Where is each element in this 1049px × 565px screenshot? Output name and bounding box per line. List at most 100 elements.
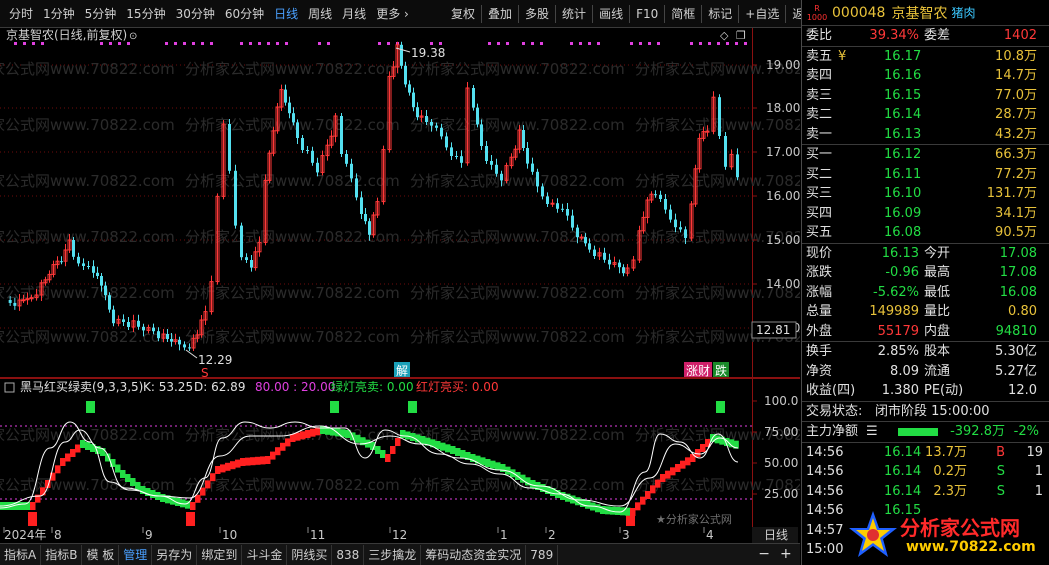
period-tab-4[interactable]: 30分钟 <box>171 4 220 24</box>
candle <box>631 256 636 271</box>
indicator-chart[interactable]: 分析家公式网www.70822.com分析家公式网www.70822.com分析… <box>0 378 800 530</box>
tool-button-0[interactable]: 复权 <box>446 4 480 24</box>
tool-button-7[interactable]: 标记 <box>703 4 737 24</box>
bids-row[interactable]: 买二 16.11 77.2万 <box>802 165 1049 185</box>
bids-row[interactable]: 买一 16.12 66.3万 <box>802 145 1049 165</box>
quote-stats: 现价 16.13 今开 17.08 涨跌 -0.96 最高 17.08 涨幅 -5.62% 最低 16… <box>802 244 1049 342</box>
magenta-dot <box>439 42 442 45</box>
candlestick-chart[interactable]: 分析家公式网www.70822.com 分析家公式网www.70822.com 分析… <box>0 28 800 378</box>
step-bar <box>300 431 306 440</box>
candle <box>654 190 657 198</box>
step-bar <box>205 480 211 489</box>
indicator-tab-2[interactable]: 模 板 <box>82 544 120 565</box>
tool-button-4[interactable]: 画线 <box>594 4 628 24</box>
bids-row[interactable]: 买五 16.08 90.5万 <box>802 223 1049 243</box>
step-bar <box>375 446 381 454</box>
zoom-in-button[interactable]: + <box>780 546 792 562</box>
candle <box>641 211 646 234</box>
step-bar <box>70 449 76 457</box>
toolbar-separator <box>664 5 666 23</box>
asks-row[interactable]: 卖五 ¥16.17 10.8万 <box>802 47 1049 67</box>
magenta-dot <box>378 42 381 45</box>
toolbar-tools: 复权叠加多股统计画线F10简框标记+自选返回 <box>446 0 821 28</box>
magenta-dot <box>735 42 738 45</box>
asks-row[interactable]: 卖三 16.15 77.0万 <box>802 86 1049 106</box>
asks-row[interactable]: 卖二 16.14 28.7万 <box>802 105 1049 125</box>
indicator-levels: 80.00 : 20.00 <box>255 380 335 394</box>
indicator-d: D: 62.89 <box>194 380 245 394</box>
candle <box>664 194 667 214</box>
tool-button-2[interactable]: 多股 <box>520 4 554 24</box>
indicator-tab-10[interactable]: 筹码动态资金实况 <box>421 544 527 565</box>
period-tab-9[interactable]: 更多 › <box>371 4 414 24</box>
step-bar <box>30 502 36 510</box>
indicator-tab-5[interactable]: 绑定到 <box>197 544 243 565</box>
indicator-tab-8[interactable]: 838 <box>332 544 365 565</box>
period-tab-7[interactable]: 周线 <box>303 4 337 24</box>
svg-text:12.29: 12.29 <box>198 353 232 367</box>
indicator-tab-9[interactable]: 三步擒龙 <box>364 544 422 565</box>
restore-icon[interactable]: ❐ <box>736 29 746 42</box>
time-axis-label: 11 <box>310 528 325 542</box>
indicator-k: K: 53.25 <box>143 380 193 394</box>
bids-row[interactable]: 买四 16.09 34.1万 <box>802 204 1049 224</box>
title-dropdown-icon[interactable]: ⊙ <box>129 31 137 42</box>
step-bar <box>440 442 446 451</box>
indicator-tab-0[interactable]: 指标A <box>0 544 42 565</box>
candle <box>566 203 569 221</box>
candle <box>240 222 243 261</box>
period-tab-6[interactable]: 日线 <box>269 4 303 24</box>
candle <box>311 146 314 166</box>
tool-button-5[interactable]: F10 <box>631 4 663 24</box>
magenta-dot <box>41 42 44 45</box>
tool-button-1[interactable]: 叠加 <box>483 4 517 24</box>
indicator-tab-6[interactable]: 斗斗金 <box>242 544 288 565</box>
period-tab-8[interactable]: 月线 <box>337 4 371 24</box>
bids-row[interactable]: 买三 16.10 131.7万 <box>802 184 1049 204</box>
magenta-dot <box>118 42 121 45</box>
magenta-dot <box>201 42 204 45</box>
candle <box>122 314 125 326</box>
time-axis-label: 1 <box>500 528 508 542</box>
candle <box>608 253 611 270</box>
period-button[interactable]: 日线 <box>764 528 788 542</box>
period-tab-5[interactable]: 60分钟 <box>220 4 269 24</box>
candle <box>215 193 220 285</box>
period-tab-2[interactable]: 5分钟 <box>80 4 122 24</box>
candle <box>51 260 56 278</box>
magenta-dot <box>240 42 243 45</box>
magenta-dot <box>32 42 35 45</box>
indicator-tab-7[interactable]: 阴线买 <box>287 544 333 565</box>
step-bar <box>260 456 266 465</box>
trade-status: 交易状态: 闭市阶段 15:00:00 <box>806 403 990 419</box>
magenta-dot <box>100 42 103 45</box>
watermark-text: 分析家公式网www.70822.com <box>635 116 800 134</box>
candles <box>8 41 739 351</box>
period-tab-3[interactable]: 15分钟 <box>121 4 170 24</box>
tool-button-8[interactable]: +自选 <box>740 4 784 24</box>
signal-s: S <box>201 366 209 378</box>
candle <box>472 85 475 111</box>
stat-row: 总量 149989 量比 0.80 <box>806 304 1037 319</box>
period-tab-1[interactable]: 1分钟 <box>38 4 80 24</box>
candle <box>364 208 367 225</box>
list-icon[interactable]: ☰ <box>866 422 878 442</box>
indicator-tab-11[interactable]: 789 <box>526 544 559 565</box>
candle <box>408 80 411 96</box>
period-tab-0[interactable]: 分时 <box>4 4 38 24</box>
diamond-icon[interactable]: ◇ <box>720 29 729 42</box>
tool-button-6[interactable]: 简框 <box>666 4 700 24</box>
candle <box>593 245 596 259</box>
asks-row[interactable]: 卖四 16.16 14.7万 <box>802 66 1049 86</box>
candle <box>455 151 458 160</box>
sell-signal-block <box>86 401 95 413</box>
step-bar <box>310 428 316 437</box>
indicator-tab-4[interactable]: 另存为 <box>152 544 198 565</box>
tool-button-3[interactable]: 统计 <box>557 4 591 24</box>
indicator-tab-3[interactable]: 管理 <box>119 544 153 565</box>
indicator-tab-1[interactable]: 指标B <box>41 544 83 565</box>
ask-book: 卖五 ¥16.17 10.8万 卖四 16.16 14.7万 卖三 16.15 77.0万 卖二 1… <box>802 47 1049 145</box>
asks-row[interactable]: 卖一 16.13 43.2万 <box>802 125 1049 145</box>
zoom-out-button[interactable]: − <box>758 546 770 562</box>
sector-tag[interactable]: 猪肉 <box>951 4 975 21</box>
